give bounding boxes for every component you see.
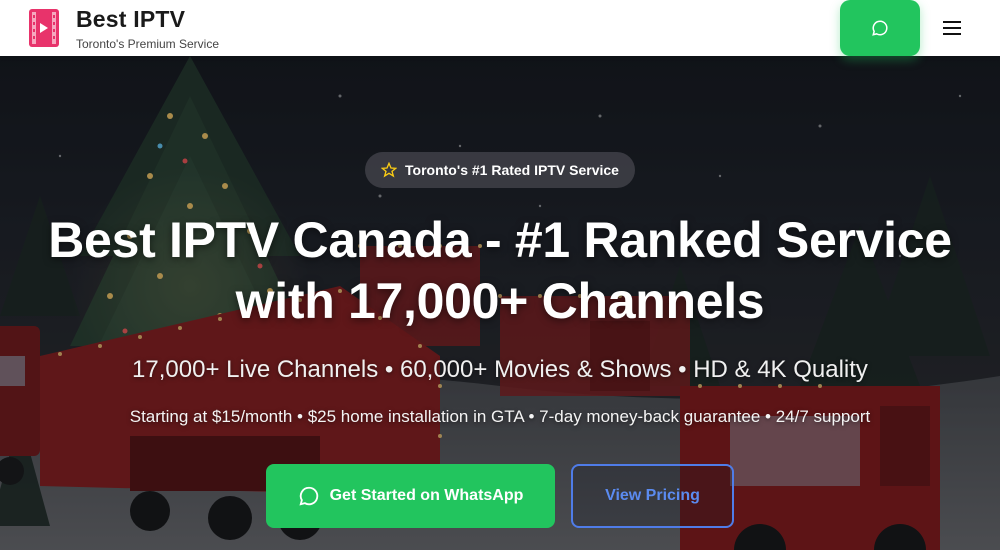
hero-title-line-1: Best IPTV Canada - #1 Ranked Service	[48, 212, 952, 268]
hero-subtitle: 17,000+ Live Channels • 60,000+ Movies &…	[132, 356, 868, 383]
hamburger-menu-button[interactable]	[936, 14, 968, 42]
get-started-whatsapp-button[interactable]: Get Started on WhatsApp	[266, 464, 555, 528]
brand-subtitle: Toronto's Premium Service	[76, 37, 220, 51]
rating-badge: Toronto's #1 Rated IPTV Service	[365, 152, 635, 188]
site-header: Best IPTV Toronto's Premium Service	[0, 0, 1000, 56]
film-play-logo-icon[interactable]	[28, 8, 60, 48]
chat-bubble-icon	[872, 20, 888, 36]
hero-pricing-note: Starting at $15/month • $25 home install…	[129, 407, 871, 426]
whatsapp-chat-icon	[299, 486, 318, 506]
star-icon	[381, 162, 398, 178]
get-started-label: Get Started on WhatsApp	[329, 487, 524, 504]
brand-title[interactable]: Best IPTV	[76, 6, 185, 33]
hamburger-menu-icon	[943, 21, 961, 35]
whatsapp-header-button[interactable]	[840, 0, 920, 56]
hero-section: Toronto's #1 Rated IPTV Service Best IPT…	[0, 56, 1000, 550]
badge-label: Toronto's #1 Rated IPTV Service	[405, 162, 619, 178]
view-pricing-button[interactable]: View Pricing	[571, 464, 734, 528]
hero-title-line-2: with 17,000+ Channels	[235, 273, 765, 329]
hero-title: Best IPTV Canada - #1 Ranked Service wit…	[40, 210, 960, 332]
view-pricing-label: View Pricing	[605, 487, 700, 504]
